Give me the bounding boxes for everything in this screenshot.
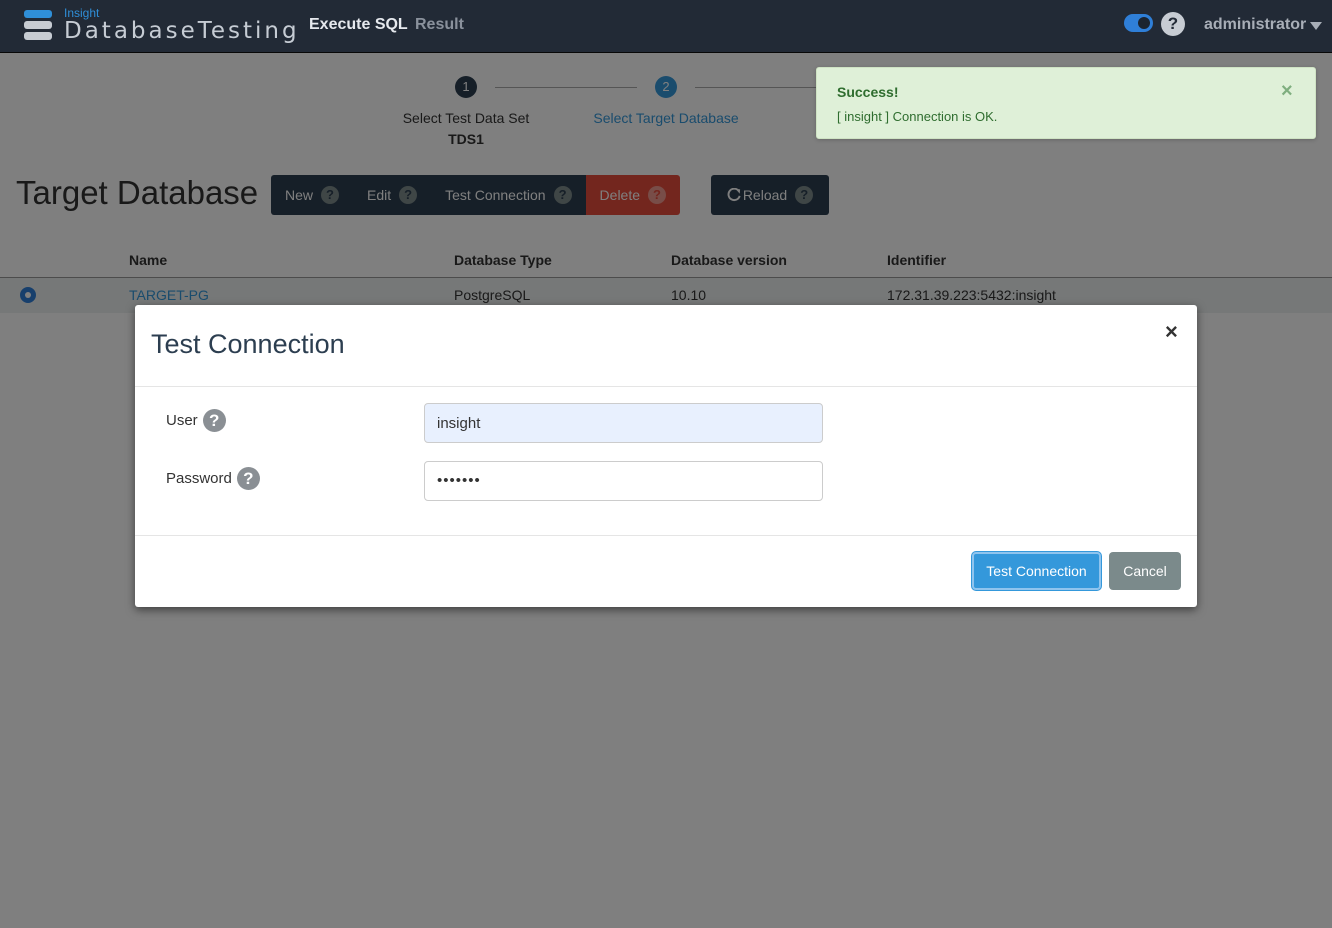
modal-title: Test Connection <box>151 329 345 359</box>
modal-footer-divider <box>135 535 1197 536</box>
success-toast: Success! [ insight ] Connection is OK. × <box>816 67 1316 139</box>
user-menu[interactable]: administrator <box>1204 16 1306 34</box>
toast-message: [ insight ] Connection is OK. <box>837 109 998 124</box>
test-connection-modal: Test Connection × User ? Password ? ••••… <box>135 305 1197 607</box>
chevron-down-icon[interactable] <box>1310 22 1322 30</box>
password-input[interactable]: ••••••• <box>424 461 823 501</box>
test-connection-submit-button[interactable]: Test Connection <box>972 552 1101 590</box>
theme-toggle-switch[interactable] <box>1124 14 1153 32</box>
nav-execute-sql[interactable]: Execute SQL <box>309 16 408 34</box>
cancel-button[interactable]: Cancel <box>1109 552 1181 590</box>
user-input[interactable] <box>424 403 823 443</box>
user-field-label-group: User ? <box>166 409 226 432</box>
question-icon[interactable]: ? <box>236 467 260 490</box>
close-icon[interactable]: × <box>1165 319 1178 345</box>
password-field-label-group: Password ? <box>166 467 260 490</box>
toast-title: Success! <box>837 84 899 100</box>
logo-brand-name: DatabaseTesting <box>64 18 300 44</box>
nav-result[interactable]: Result <box>415 16 464 34</box>
user-label: User <box>166 412 198 429</box>
modal-header-divider <box>135 386 1197 387</box>
top-navbar: Insight DatabaseTesting Execute SQL Resu… <box>0 0 1332 53</box>
close-icon[interactable]: × <box>1281 80 1293 103</box>
question-icon[interactable]: ? <box>202 409 226 432</box>
password-label: Password <box>166 470 232 487</box>
app-logo[interactable]: Insight DatabaseTesting <box>22 6 297 46</box>
database-logo-icon <box>24 8 54 44</box>
help-icon[interactable]: ? <box>1161 12 1185 36</box>
